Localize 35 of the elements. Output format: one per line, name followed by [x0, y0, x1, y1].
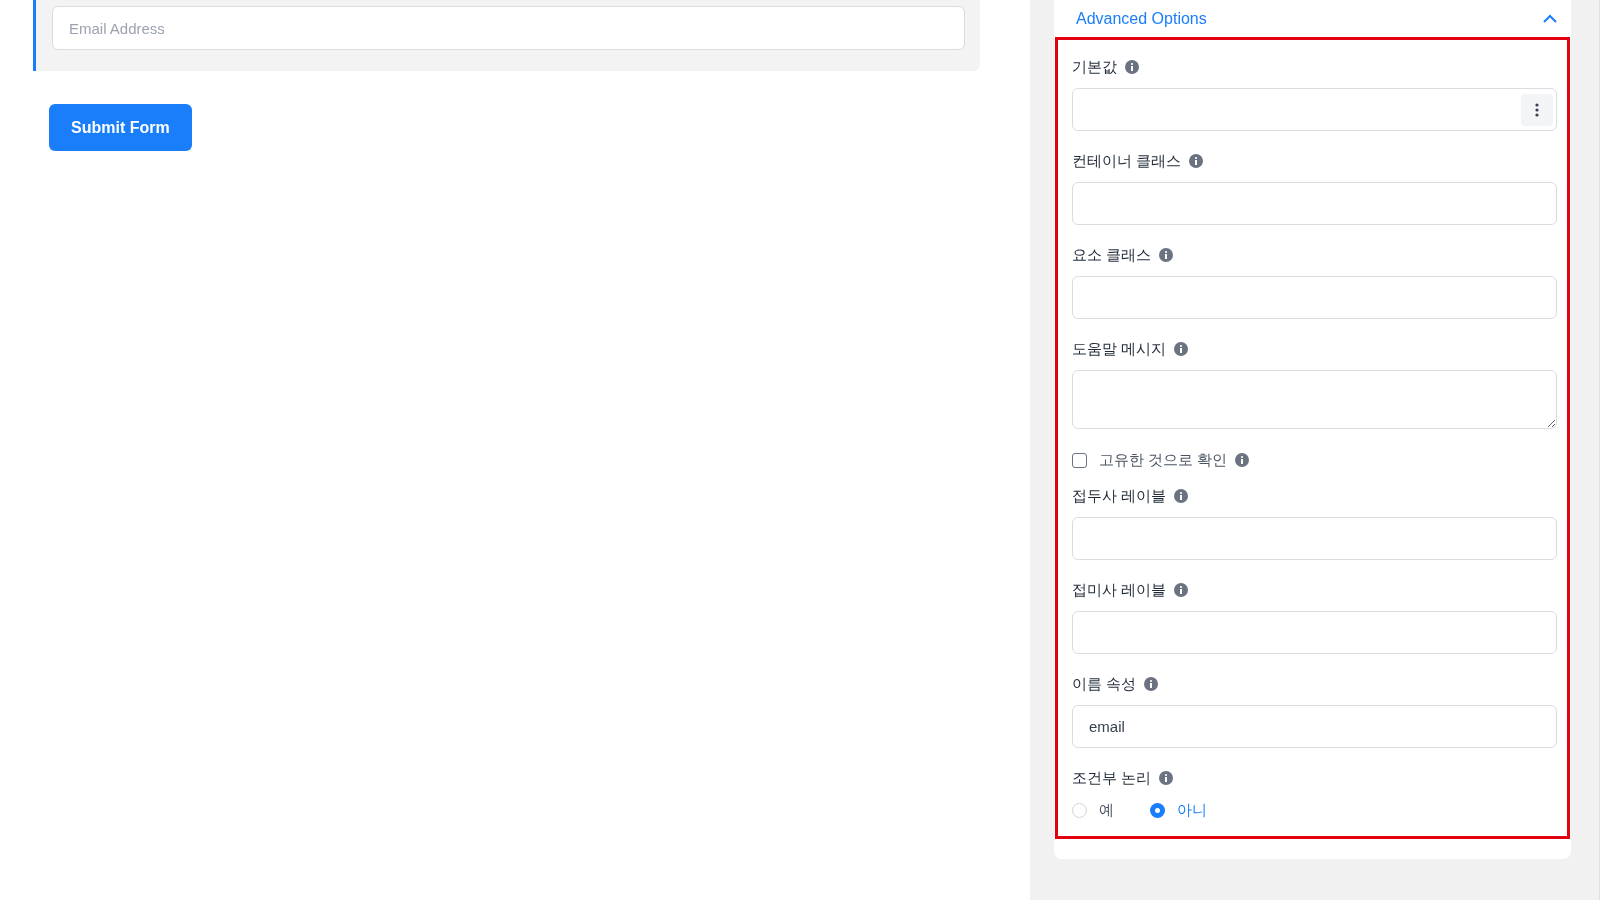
text-field[interactable]: email	[1072, 705, 1557, 748]
field-label: 조건부 논리	[1072, 767, 1152, 788]
field-label: 접미사 레이블	[1072, 579, 1167, 600]
radio-label: 예	[1099, 799, 1114, 820]
field-label: 컨테이너 클래스	[1072, 150, 1182, 171]
checkbox[interactable]	[1072, 452, 1087, 468]
submit-button[interactable]: Submit Form	[49, 104, 192, 151]
vertical-dots-icon	[1535, 102, 1539, 117]
text-field[interactable]	[1072, 88, 1557, 131]
radio-button[interactable]	[1150, 802, 1165, 818]
email-field[interactable]: Email Address	[52, 6, 965, 50]
radio-button[interactable]	[1072, 802, 1087, 818]
more-options-button[interactable]	[1521, 93, 1553, 126]
info-icon	[1159, 771, 1174, 785]
info-icon	[1174, 489, 1189, 503]
radio-label: 아니	[1177, 799, 1207, 820]
text-field[interactable]	[1072, 182, 1557, 225]
info-icon	[1189, 154, 1204, 168]
checkbox-label: 고유한 것으로 확인	[1099, 449, 1228, 470]
info-icon	[1125, 60, 1139, 74]
text-field[interactable]	[1072, 276, 1557, 319]
field-label: 이름 속성	[1072, 673, 1137, 694]
info-icon	[1174, 342, 1189, 356]
accordion-header[interactable]: Advanced Options	[1054, 0, 1571, 37]
text-field[interactable]	[1072, 611, 1557, 654]
info-icon	[1159, 248, 1174, 262]
field-label: 접두사 레이블	[1072, 485, 1167, 506]
info-icon	[1174, 583, 1189, 597]
text-area[interactable]	[1072, 370, 1557, 429]
info-icon	[1235, 453, 1250, 467]
field-label: 기본값	[1072, 56, 1117, 77]
text-field[interactable]	[1072, 517, 1557, 560]
info-icon	[1144, 677, 1159, 691]
field-label: 요소 클래스	[1072, 244, 1152, 265]
field-label: 도움말 메시지	[1072, 338, 1167, 359]
